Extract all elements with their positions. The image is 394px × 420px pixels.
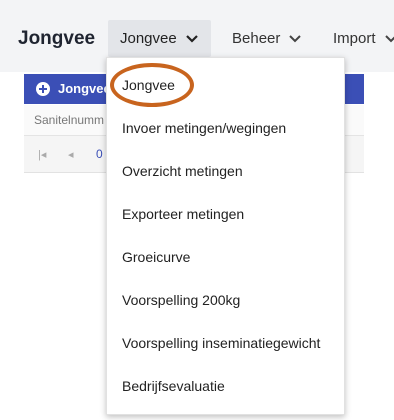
column-header-sanitelnummer[interactable]: Sanitelnumm <box>34 113 104 127</box>
previous-page-icon[interactable]: ◂ <box>68 148 74 161</box>
nav-menu-jongvee[interactable]: Jongvee <box>108 20 211 57</box>
chevron-down-icon <box>185 34 198 43</box>
plus-circle-icon <box>36 81 50 96</box>
menu-item-jongvee[interactable]: Jongvee <box>107 67 344 103</box>
chevron-down-icon <box>384 34 394 42</box>
nav-menu-import[interactable]: Import <box>333 30 394 47</box>
menu-item-overzicht-metingen[interactable]: Overzicht metingen <box>107 153 344 189</box>
menu-item-invoer-metingen[interactable]: Invoer metingen/wegingen <box>107 110 344 146</box>
menu-item-exporteer-metingen[interactable]: Exporteer metingen <box>107 196 344 232</box>
menu-item-groeicurve[interactable]: Groeicurve <box>107 239 344 275</box>
nav-menu-beheer[interactable]: Beheer <box>232 30 302 47</box>
app-brand[interactable]: Jongvee <box>18 28 95 50</box>
add-jongvee-button[interactable]: Jongvee <box>36 81 111 96</box>
nav-menu-jongvee-label: Jongvee <box>120 30 177 47</box>
nav-menu-beheer-label: Beheer <box>232 30 281 47</box>
add-jongvee-label: Jongvee <box>58 81 111 96</box>
chevron-down-icon <box>289 34 302 42</box>
first-page-icon[interactable]: |◂ <box>38 148 46 161</box>
jongvee-dropdown-menu: Jongvee Invoer metingen/wegingen Overzic… <box>106 57 345 415</box>
menu-item-voorspelling-200kg[interactable]: Voorspelling 200kg <box>107 282 344 318</box>
menu-item-bedrijfsevaluatie[interactable]: Bedrijfsevaluatie <box>107 368 344 404</box>
menu-item-voorspelling-inseminatiegewicht[interactable]: Voorspelling inseminatiegewicht <box>107 325 344 361</box>
nav-menu-import-label: Import <box>333 30 376 47</box>
pager-page-number[interactable]: 0 <box>96 147 103 161</box>
